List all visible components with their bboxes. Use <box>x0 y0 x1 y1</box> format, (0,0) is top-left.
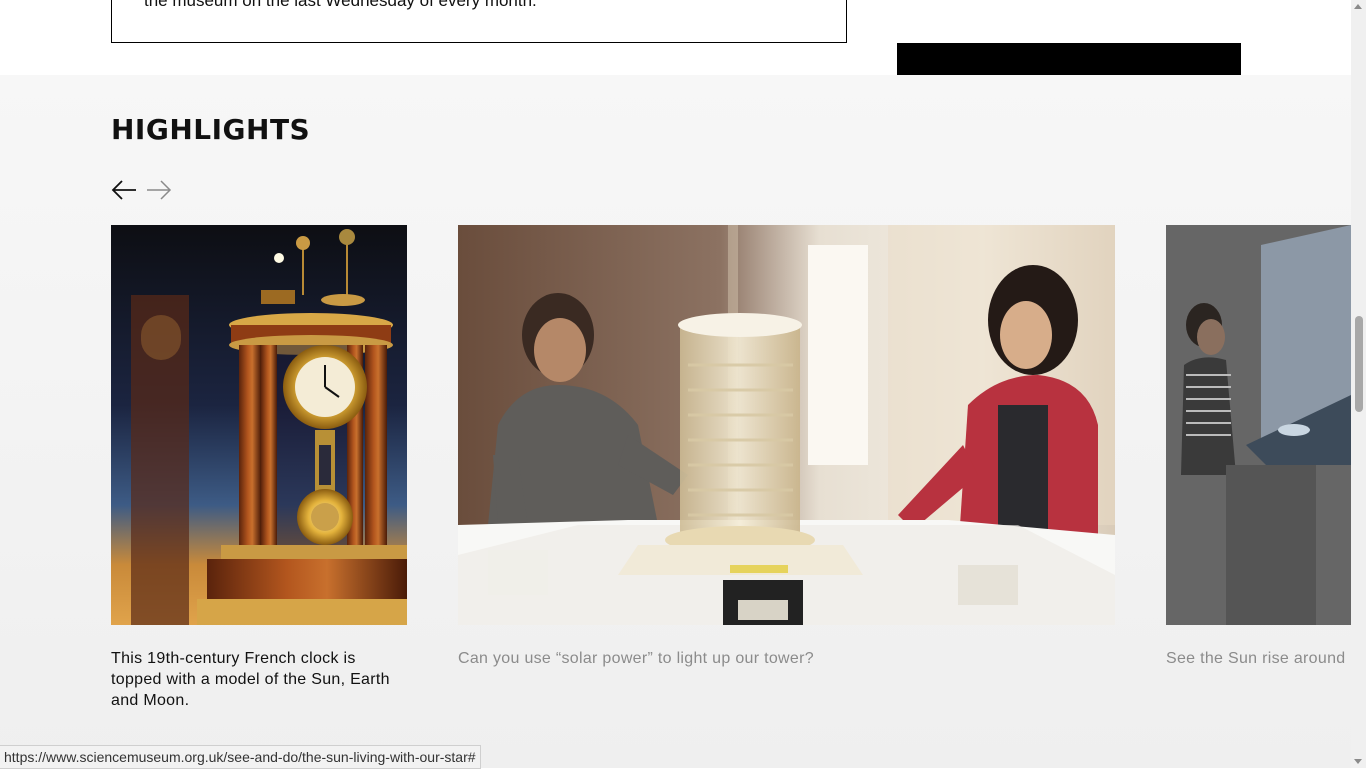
sidebar-black-banner <box>897 43 1241 75</box>
card-caption[interactable]: See the Sun rise around <box>1166 648 1351 669</box>
card-caption[interactable]: Can you use “solar power” to light up ou… <box>458 648 1115 669</box>
highlights-title: HIGHLIGHTS <box>111 113 311 146</box>
scrollbar-thumb[interactable] <box>1355 316 1363 412</box>
scroll-up-arrow-icon[interactable] <box>1354 4 1362 9</box>
card-caption[interactable]: This 19th-century French clock is topped… <box>111 648 401 711</box>
sunrise-image[interactable] <box>1166 225 1351 625</box>
carousel-next-button[interactable] <box>146 179 172 201</box>
info-box: the museum on the last Wednesday of ever… <box>111 0 847 43</box>
clock-image[interactable] <box>111 225 407 625</box>
vertical-scrollbar[interactable] <box>1351 0 1366 768</box>
scroll-down-arrow-icon[interactable] <box>1354 759 1362 764</box>
status-url: https://www.sciencemuseum.org.uk/see-and… <box>4 749 476 765</box>
highlights-section: HIGHLIGHTS This 19th-century French cloc… <box>0 75 1351 768</box>
arrow-left-icon <box>111 180 136 200</box>
highlight-card-sunrise[interactable]: See the Sun rise around <box>1166 225 1351 768</box>
info-text: the museum on the last Wednesday of ever… <box>144 0 537 10</box>
carousel-prev-button[interactable] <box>111 179 137 201</box>
solar-tower-image[interactable] <box>458 225 1115 625</box>
top-content-area: the museum on the last Wednesday of ever… <box>0 0 1351 75</box>
browser-status-bar: https://www.sciencemuseum.org.uk/see-and… <box>0 745 481 769</box>
arrow-right-icon <box>147 180 172 200</box>
